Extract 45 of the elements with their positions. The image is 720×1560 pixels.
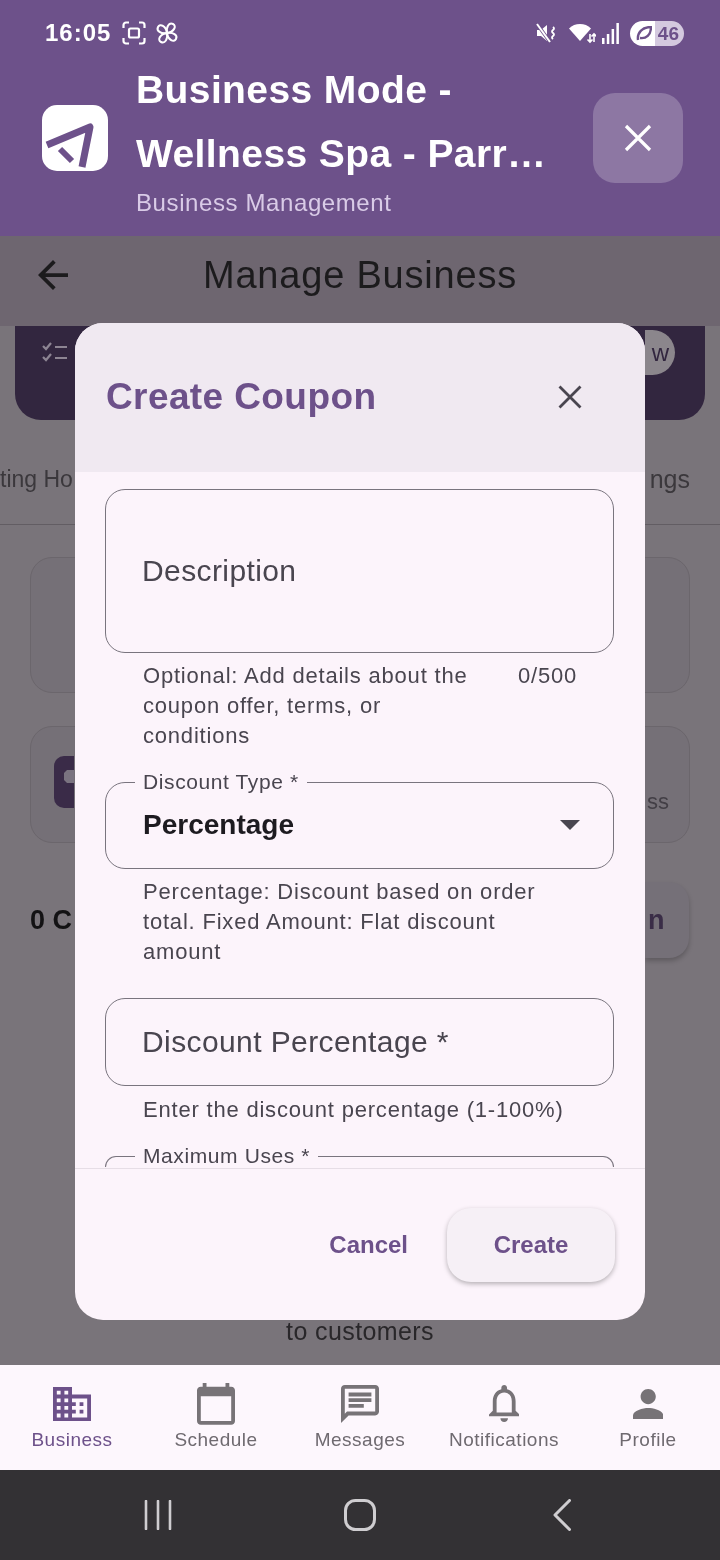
bell-icon [488, 1385, 520, 1423]
back-icon[interactable] [553, 1499, 571, 1531]
person-icon [632, 1388, 664, 1420]
chat-bubble-icon [341, 1385, 379, 1423]
pinwheel-icon [155, 21, 180, 45]
helper-text: Enter the discount percentage (1-100%) [143, 1096, 565, 1124]
discount-percentage-field[interactable]: Discount Percentage * [105, 998, 614, 1086]
nav-tab[interactable]: Notifications [432, 1365, 576, 1470]
summary-text: 0 C [30, 904, 73, 936]
back-arrow-icon [38, 260, 68, 290]
nav-tab[interactable]: Messages [288, 1365, 432, 1470]
building-icon [53, 1386, 91, 1422]
create-button[interactable]: Create [447, 1207, 615, 1282]
caret-icon [560, 820, 580, 830]
helper-text: Percentage: Discount based on order total. Fixed Amount: Flat discount amount [143, 878, 537, 966]
signal-icon [602, 22, 619, 44]
close-icon [624, 124, 652, 152]
battery-level: 46 [630, 20, 684, 46]
checklist-icon [42, 342, 68, 364]
leaf-icon [636, 25, 652, 41]
helper-text: Optional: Add details about the coupon offer, terms, or conditions [143, 662, 469, 750]
wifi-icon [569, 22, 596, 44]
nav-tab[interactable]: Profile [576, 1365, 720, 1470]
status-time: 16:05 [45, 19, 112, 47]
screenshot-icon [122, 21, 147, 45]
screen-title: Manage Business [202, 253, 518, 297]
calendar-icon [197, 1383, 235, 1425]
action-button[interactable]: n [645, 882, 689, 958]
nav-tab[interactable]: Schedule [144, 1365, 288, 1470]
close-icon [558, 385, 582, 409]
description-field[interactable]: Description [105, 489, 614, 653]
mute-icon [536, 21, 558, 45]
header-title: Business Mode - Wellness Spa - Parr… [136, 67, 548, 177]
pill-button[interactable]: w [645, 330, 675, 375]
tile-icon [54, 756, 74, 808]
cancel-button[interactable]: Cancel [311, 1207, 426, 1282]
header-subtitle: Business Management [136, 188, 393, 218]
footer-text: to customers [286, 1321, 434, 1341]
character-counter: 0/500 [517, 662, 577, 690]
close-button[interactable] [593, 93, 683, 183]
nav-tab[interactable]: Business [0, 1365, 144, 1470]
app-logo-icon [42, 105, 108, 171]
dialog-title: Create Coupon [106, 375, 377, 419]
recents-icon[interactable] [144, 1500, 172, 1530]
home-icon[interactable] [344, 1499, 376, 1531]
